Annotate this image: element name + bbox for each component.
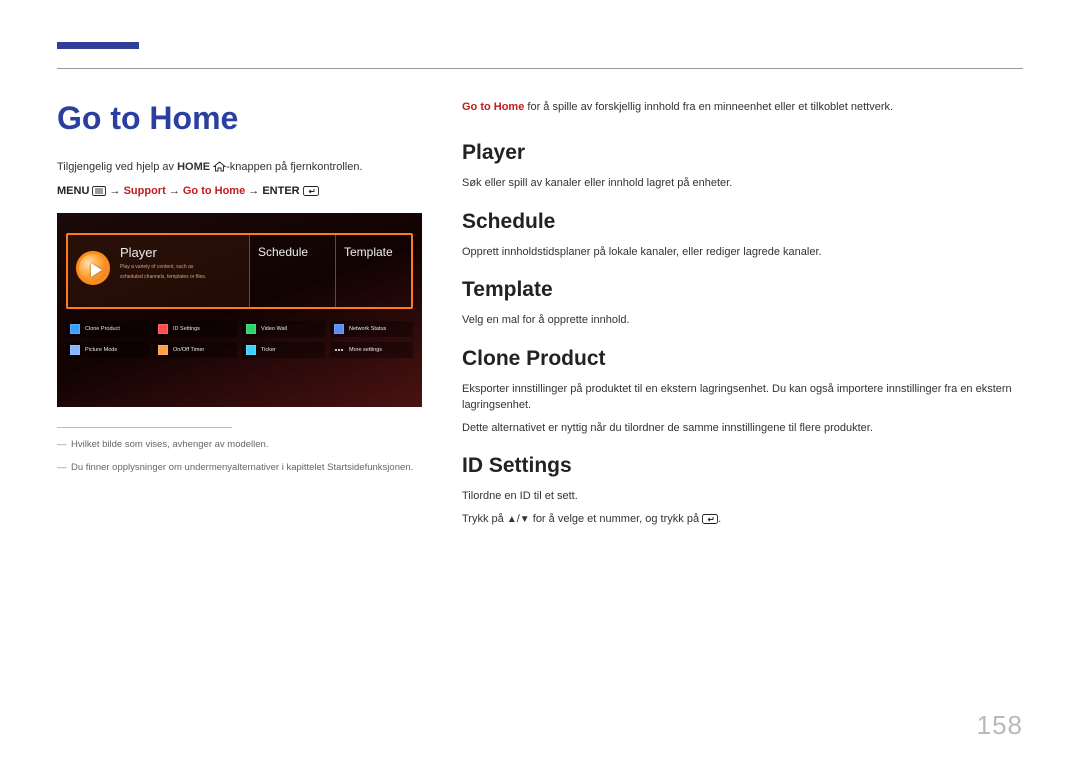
stile-label: On/Off Timer	[173, 347, 204, 353]
footnote-divider	[57, 427, 232, 428]
menu-key-icon	[92, 186, 106, 199]
tile-player[interactable]: Player Play a variety of content, such a…	[68, 235, 249, 307]
stile-picture-mode[interactable]: Picture Mode	[66, 342, 149, 358]
tile-schedule[interactable]: Schedule	[249, 235, 335, 307]
top-accent-bar	[57, 42, 139, 49]
ticker-icon	[246, 345, 256, 355]
small-tiles-row-2: Picture Mode On/Off Timer Ticker More se…	[66, 342, 413, 358]
stile-label: Picture Mode	[85, 347, 117, 353]
stile-label: Clone Product	[85, 326, 120, 332]
enter-key-icon	[303, 186, 319, 199]
play-icon	[76, 251, 110, 285]
stile-label: Video Wall	[261, 326, 287, 332]
tile-template-label: Template	[344, 245, 393, 259]
clone-product-icon	[70, 324, 80, 334]
stile-network-status[interactable]: Network Status	[330, 321, 413, 337]
video-wall-icon	[246, 324, 256, 334]
heading-schedule: Schedule	[462, 210, 1023, 234]
body-clone-1: Dette alternativet er nyttig når du tilo…	[462, 420, 1023, 437]
network-status-icon	[334, 324, 344, 334]
id-settings-icon	[158, 324, 168, 334]
stile-id-settings[interactable]: ID Settings	[154, 321, 237, 337]
intro-pre: Tilgjengelig ved hjelp av	[57, 161, 177, 173]
down-triangle-icon: ▼	[520, 514, 530, 525]
stile-ticker[interactable]: Ticker	[242, 342, 325, 358]
page-title: Go to Home	[57, 100, 422, 137]
footnote-2: Du finner opplysninger om undermenyalter…	[57, 461, 422, 474]
intro-line: Tilgjengelig ved hjelp av HOME -knappen …	[57, 161, 422, 175]
intro-home-label: HOME	[177, 161, 210, 173]
footnote-1: Hvilket bilde som vises, avhenger av mod…	[57, 438, 422, 451]
heading-id-settings: ID Settings	[462, 454, 1023, 478]
page-content: Go to Home Tilgjengelig ved hjelp av HOM…	[57, 100, 1023, 703]
tile-schedule-label: Schedule	[258, 245, 308, 259]
lead-rest: for å spille av forskjellig innhold fra …	[524, 101, 893, 113]
id-press-pre: Trykk på	[462, 513, 507, 525]
stile-video-wall[interactable]: Video Wall	[242, 321, 325, 337]
heading-template: Template	[462, 278, 1023, 302]
intro-post: -knappen på fjernkontrollen.	[226, 161, 362, 173]
stile-clone-product[interactable]: Clone Product	[66, 321, 149, 337]
body-id-0: Tilordne en ID til et sett.	[462, 488, 1023, 505]
stile-onoff-timer[interactable]: On/Off Timer	[154, 342, 237, 358]
body-clone-0: Eksporter innstillinger på produktet til…	[462, 381, 1023, 414]
enter-key-icon	[702, 513, 718, 530]
large-tiles-row: Player Play a variety of content, such a…	[66, 233, 413, 309]
tile-template[interactable]: Template	[335, 235, 411, 307]
body-schedule-0: Opprett innholdstidsplaner på lokale kan…	[462, 244, 1023, 261]
more-icon	[334, 345, 344, 355]
page-number: 158	[977, 710, 1023, 741]
tile-player-label: Player	[120, 245, 206, 260]
enter-label: ENTER	[262, 185, 299, 197]
tile-player-sub2: scheduled channels, templates or files.	[120, 274, 206, 280]
stile-label: More settings	[349, 347, 382, 353]
up-triangle-icon: ▲	[507, 514, 517, 525]
menu-label: MENU	[57, 185, 89, 197]
onoff-timer-icon	[158, 345, 168, 355]
id-press-mid: for å velge et nummer, og trykk på	[530, 513, 702, 525]
home-screenshot: Player Play a variety of content, such a…	[57, 213, 422, 407]
menu-path: MENU → Support → Go to Home → ENTER	[57, 185, 422, 199]
top-divider	[57, 68, 1023, 69]
lead-bold: Go to Home	[462, 101, 524, 113]
stile-label: Ticker	[261, 347, 276, 353]
body-template-0: Velg en mal for å opprette innhold.	[462, 312, 1023, 329]
path-support: Support	[124, 185, 166, 197]
body-player-0: Søk eller spill av kanaler eller innhold…	[462, 175, 1023, 192]
picture-mode-icon	[70, 345, 80, 355]
home-icon	[213, 161, 226, 175]
id-press-end: .	[718, 513, 721, 525]
stile-more-settings[interactable]: More settings	[330, 342, 413, 358]
stile-label: Network Status	[349, 326, 386, 332]
left-column: Go to Home Tilgjengelig ved hjelp av HOM…	[57, 100, 422, 703]
heading-clone-product: Clone Product	[462, 347, 1023, 371]
heading-player: Player	[462, 141, 1023, 165]
right-column: Go to Home for å spille av forskjellig i…	[462, 100, 1023, 703]
small-tiles-row-1: Clone Product ID Settings Video Wall Net…	[66, 321, 413, 337]
stile-label: ID Settings	[173, 326, 200, 332]
path-gohome: Go to Home	[183, 185, 245, 197]
lead-line: Go to Home for å spille av forskjellig i…	[462, 100, 1023, 115]
tile-player-sub1: Play a variety of content, such as	[120, 264, 206, 270]
body-id-1: Trykk på ▲/▼ for å velge et nummer, og t…	[462, 511, 1023, 530]
